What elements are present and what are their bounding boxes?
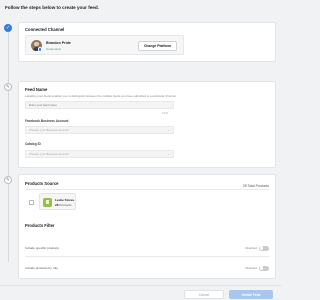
page-title: Follow the steps below to create your fe…	[5, 5, 99, 10]
store-card[interactable]: Leslie Stores 28 Products	[39, 193, 76, 210]
cancel-button[interactable]: Cancel	[184, 290, 224, 299]
products-by-rule-toggle[interactable]	[259, 265, 269, 271]
pencil-icon: ✎	[4, 83, 12, 91]
store-checkbox[interactable]	[29, 199, 34, 205]
card-title: Feed Name	[25, 87, 48, 92]
filter-label: Include specific products	[25, 246, 59, 250]
total-products: 28 Total Products	[242, 184, 269, 188]
catalog-id-select[interactable]: Choose your Business Account ⌄	[25, 150, 174, 158]
card-title: Connected Channel	[25, 27, 65, 32]
toggle-state: Disabled	[245, 246, 257, 250]
facebook-badge-icon	[37, 47, 42, 52]
check-icon: ✓	[4, 24, 12, 32]
products-filter-title: Products Filter	[25, 223, 55, 228]
catalog-id-label: Catalog ID	[25, 142, 41, 146]
change-platform-button[interactable]: Change Platform	[137, 41, 177, 51]
steps-timeline	[7, 32, 9, 262]
channel-box: Brandon Pride Connected Change Platform	[25, 35, 184, 55]
divider	[25, 256, 269, 257]
chevron-down-icon: ⌄	[167, 128, 170, 133]
feed-name-help: Labelling your feeds enables you to dist…	[25, 94, 177, 98]
feed-name-input[interactable]	[25, 101, 174, 109]
create-feed-button[interactable]: Create Feed	[229, 290, 273, 299]
chevron-down-icon: ⌄	[167, 152, 170, 157]
channel-name: Brandon Pride	[46, 41, 71, 45]
connected-channel-card: Connected Channel Brandon Pride Connecte…	[18, 22, 276, 62]
shopify-bag-icon	[43, 197, 52, 207]
channel-status: Connected	[46, 46, 61, 51]
business-account-label: Facebook Business Account	[25, 119, 69, 123]
char-counter: 0/140	[162, 112, 168, 115]
store-name: Leslie Stores	[55, 198, 75, 202]
feed-name-card: Feed Name Labelling your feeds enables y…	[18, 81, 276, 168]
select-value: Choose your Business Account	[29, 128, 70, 132]
select-value: Choose your Business Account	[29, 152, 70, 156]
specific-products-toggle[interactable]	[259, 245, 269, 251]
toggle-state: Disabled	[245, 266, 257, 270]
products-source-title: Products Source	[25, 181, 59, 186]
footer-bar: Cancel Create Feed	[0, 285, 282, 300]
filter-label: Include products by rule	[25, 266, 58, 270]
divider	[25, 189, 269, 190]
products-card: Products Source 28 Total Products Leslie…	[18, 174, 276, 279]
pencil-icon: ✎	[4, 176, 12, 184]
business-account-select[interactable]: Choose your Business Account ⌄	[25, 126, 174, 134]
store-product-count: 28 Products	[55, 203, 72, 207]
